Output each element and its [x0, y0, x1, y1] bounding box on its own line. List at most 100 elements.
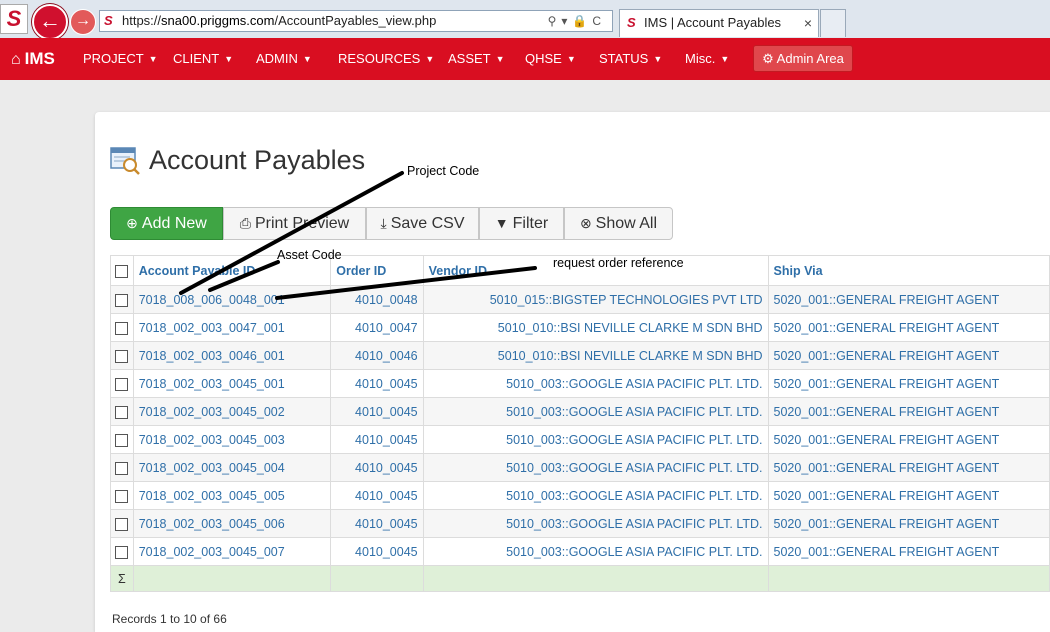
sum-cell [422, 565, 769, 592]
address-bar[interactable]: S https://sna00.priggms.com/AccountPayab… [99, 10, 613, 32]
order-id-cell[interactable]: 4010_0045 [330, 509, 424, 538]
filter-icon: ▼ [494, 215, 509, 231]
row-checkbox[interactable] [115, 433, 129, 447]
nav-qhse[interactable]: QHSE ▼ [525, 38, 576, 80]
order-id-cell[interactable]: 4010_0045 [330, 397, 424, 426]
ship-via-cell[interactable]: 5020_001::GENERAL FREIGHT AGENT [767, 397, 1050, 426]
row-checkbox[interactable] [115, 405, 129, 419]
sum-symbol-cell: Σ [110, 565, 134, 592]
vendor-id-cell[interactable]: 5010_015::BIGSTEP TECHNOLOGIES PVT LTD [422, 285, 769, 314]
forward-button[interactable]: → [70, 9, 96, 35]
row-select-cell[interactable] [110, 285, 134, 314]
account-payable-id-cell[interactable]: 7018_002_003_0045_005 [132, 481, 332, 510]
order-id-cell[interactable]: 4010_0048 [330, 285, 424, 314]
table-row: 7018_002_003_0045_004 4010_0045 5010_003… [110, 453, 1050, 482]
nav-status[interactable]: STATUS ▼ [599, 38, 662, 80]
sum-row: Σ [110, 565, 1050, 592]
ship-via-cell[interactable]: 5020_001::GENERAL FREIGHT AGENT [767, 369, 1050, 398]
col-ship-via[interactable]: Ship Via [767, 255, 1050, 286]
add-new-button[interactable]: ⊕ Add New [110, 207, 223, 240]
vendor-id-cell[interactable]: 5010_003::GOOGLE ASIA PACIFIC PLT. LTD. [422, 509, 769, 538]
vendor-id-cell[interactable]: 5010_003::GOOGLE ASIA PACIFIC PLT. LTD. [422, 481, 769, 510]
plus-circle-icon: ⊕ [126, 215, 138, 231]
vendor-id-cell[interactable]: 5010_003::GOOGLE ASIA PACIFIC PLT. LTD. [422, 369, 769, 398]
row-select-cell[interactable] [110, 313, 134, 342]
order-id-cell[interactable]: 4010_0045 [330, 537, 424, 566]
account-payable-id-cell[interactable]: 7018_002_003_0047_001 [132, 313, 332, 342]
account-payable-id-cell[interactable]: 7018_002_003_0045_006 [132, 509, 332, 538]
ship-via-cell[interactable]: 5020_001::GENERAL FREIGHT AGENT [767, 341, 1050, 370]
back-button[interactable]: ← [32, 4, 68, 40]
row-checkbox[interactable] [115, 293, 129, 307]
caret-down-icon: ▼ [653, 54, 663, 64]
nav-client[interactable]: CLIENT ▼ [173, 38, 233, 80]
ship-via-cell[interactable]: 5020_001::GENERAL FREIGHT AGENT [767, 481, 1050, 510]
row-checkbox[interactable] [115, 545, 129, 559]
account-payable-id-cell[interactable]: 7018_002_003_0045_004 [132, 453, 332, 482]
nav-resources[interactable]: RESOURCES ▼ [338, 38, 434, 80]
vendor-id-cell[interactable]: 5010_003::GOOGLE ASIA PACIFIC PLT. LTD. [422, 397, 769, 426]
nav-asset[interactable]: ASSET ▼ [448, 38, 505, 80]
row-checkbox[interactable] [115, 461, 129, 475]
ship-via-cell[interactable]: 5020_001::GENERAL FREIGHT AGENT [767, 537, 1050, 566]
account-payable-id-cell[interactable]: 7018_008_006_0048_001 [132, 285, 332, 314]
ship-via-cell[interactable]: 5020_001::GENERAL FREIGHT AGENT [767, 453, 1050, 482]
row-checkbox[interactable] [115, 377, 129, 391]
close-tab-icon[interactable]: × [804, 10, 812, 36]
account-payable-id-cell[interactable]: 7018_002_003_0045_002 [132, 397, 332, 426]
table-row: 7018_002_003_0047_001 4010_0047 5010_010… [110, 313, 1050, 342]
account-payable-id-cell[interactable]: 7018_002_003_0045_003 [132, 425, 332, 454]
admin-area-button[interactable]: ⚙ Admin Area [753, 45, 853, 72]
table-row: 7018_002_003_0045_005 4010_0045 5010_003… [110, 481, 1050, 510]
order-id-cell[interactable]: 4010_0045 [330, 481, 424, 510]
table-row: 7018_002_003_0046_001 4010_0046 5010_010… [110, 341, 1050, 370]
row-select-cell[interactable] [110, 481, 134, 510]
new-tab-button[interactable] [820, 9, 846, 37]
nav-misc[interactable]: Misc. ▼ [685, 38, 729, 80]
ship-via-cell[interactable]: 5020_001::GENERAL FREIGHT AGENT [767, 285, 1050, 314]
vendor-id-cell[interactable]: 5010_010::BSI NEVILLE CLARKE M SDN BHD [422, 313, 769, 342]
select-all-cell[interactable] [110, 255, 134, 286]
account-payable-id-cell[interactable]: 7018_002_003_0046_001 [132, 341, 332, 370]
url-text: https://sna00.priggms.com/AccountPayable… [122, 13, 437, 28]
row-select-cell[interactable] [110, 509, 134, 538]
select-all-checkbox[interactable] [115, 264, 129, 278]
nav-project[interactable]: PROJECT ▼ [83, 38, 158, 80]
col-order-id[interactable]: Order ID [330, 255, 424, 286]
print-preview-button[interactable]: ⎙ Print Preview [223, 207, 366, 240]
order-id-cell[interactable]: 4010_0045 [330, 425, 424, 454]
row-select-cell[interactable] [110, 341, 134, 370]
row-select-cell[interactable] [110, 425, 134, 454]
show-all-button[interactable]: ⊗ Show All [564, 207, 673, 240]
row-checkbox[interactable] [115, 321, 129, 335]
order-id-cell[interactable]: 4010_0045 [330, 369, 424, 398]
nav-admin[interactable]: ADMIN ▼ [256, 38, 312, 80]
save-csv-button[interactable]: ⤓ Save CSV [366, 207, 479, 240]
ship-via-cell[interactable]: 5020_001::GENERAL FREIGHT AGENT [767, 313, 1050, 342]
row-checkbox[interactable] [115, 517, 129, 531]
browser-tab[interactable]: S IMS | Account Payables × [619, 9, 819, 37]
ship-via-cell[interactable]: 5020_001::GENERAL FREIGHT AGENT [767, 509, 1050, 538]
account-payable-id-cell[interactable]: 7018_002_003_0045_001 [132, 369, 332, 398]
vendor-id-cell[interactable]: 5010_003::GOOGLE ASIA PACIFIC PLT. LTD. [422, 453, 769, 482]
vendor-id-cell[interactable]: 5010_003::GOOGLE ASIA PACIFIC PLT. LTD. [422, 425, 769, 454]
row-select-cell[interactable] [110, 369, 134, 398]
account-payable-id-cell[interactable]: 7018_002_003_0045_007 [132, 537, 332, 566]
row-checkbox[interactable] [115, 349, 129, 363]
caret-down-icon: ▼ [720, 54, 730, 64]
address-bar-tools[interactable]: ⚲▾🔒C [548, 11, 606, 31]
vendor-id-cell[interactable]: 5010_003::GOOGLE ASIA PACIFIC PLT. LTD. [422, 537, 769, 566]
order-id-cell[interactable]: 4010_0046 [330, 341, 424, 370]
vendor-id-cell[interactable]: 5010_010::BSI NEVILLE CLARKE M SDN BHD [422, 341, 769, 370]
row-select-cell[interactable] [110, 453, 134, 482]
brand-link[interactable]: ⌂ IMS [11, 38, 55, 81]
row-select-cell[interactable] [110, 537, 134, 566]
order-id-cell[interactable]: 4010_0047 [330, 313, 424, 342]
row-select-cell[interactable] [110, 397, 134, 426]
project-code-annotation: Project Code [407, 164, 480, 178]
filter-button[interactable]: ▼ Filter [479, 207, 564, 240]
row-checkbox[interactable] [115, 489, 129, 503]
ship-via-cell[interactable]: 5020_001::GENERAL FREIGHT AGENT [767, 425, 1050, 454]
order-id-cell[interactable]: 4010_0045 [330, 453, 424, 482]
sum-cell [132, 565, 332, 592]
